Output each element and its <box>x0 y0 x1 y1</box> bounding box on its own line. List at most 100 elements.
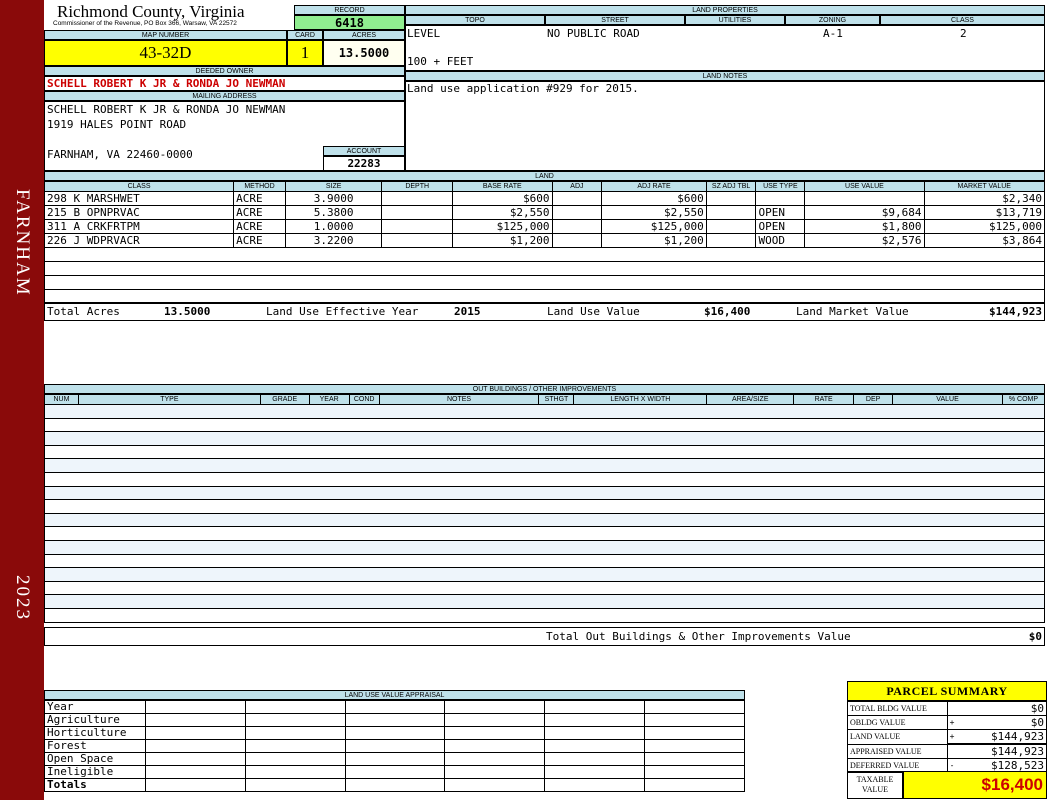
land-size: 1.0000 <box>284 219 383 234</box>
county-title: Richmond County, Virginia <box>57 2 245 21</box>
land-use-value: $16,400 <box>704 305 751 318</box>
land-col-depth: DEPTH <box>381 181 453 192</box>
table-row: Ineligible <box>44 765 745 779</box>
land-market-value: $125,000 <box>923 219 1046 234</box>
empty-cell <box>144 700 246 714</box>
ps-sign: + <box>946 715 960 730</box>
empty-cell <box>544 739 646 753</box>
ob-col-notes: NOTES <box>378 394 540 405</box>
land-col-market-value: MARKET VALUE <box>923 181 1046 192</box>
ps-sign: + <box>946 729 960 745</box>
table-row <box>44 594 1045 609</box>
table-row: Totals <box>44 778 745 792</box>
land-class: 311 A CRKFRTPM <box>43 219 235 234</box>
table-row <box>44 471 1045 487</box>
table-row <box>44 485 1045 501</box>
land-table: CLASS METHOD SIZE DEPTH BASE RATE ADJ AD… <box>43 181 1046 304</box>
deeded-owner-name: SCHELL ROBERT K JR & RONDA JO NEWMAN <box>44 76 405 91</box>
lua-row-label: Year <box>44 700 146 714</box>
acres-label: ACRES <box>323 30 405 40</box>
land-use-type: OPEN <box>755 205 806 220</box>
land-sz-adj <box>705 191 757 206</box>
land-base-rate: $600 <box>451 191 553 206</box>
taxable-value-label-box: TAXABLE VALUE <box>847 771 903 799</box>
empty-cell <box>244 752 346 766</box>
ob-col-value: VALUE <box>892 394 1003 405</box>
land-market-value: $3,864 <box>923 233 1046 248</box>
empty-cell <box>44 431 1045 446</box>
land-use-value <box>804 191 925 206</box>
land-sz-adj <box>705 233 757 248</box>
land-depth <box>381 219 453 234</box>
outbuildings-total-label: Total Out Buildings & Other Improvements… <box>546 630 851 643</box>
table-row: Year <box>44 700 745 714</box>
empty-cell <box>44 580 1045 596</box>
ps-value: $144,923 <box>959 743 1048 759</box>
table-row: LAND VALUE + $144,923 <box>847 729 1048 745</box>
empty-cell <box>44 512 1045 528</box>
land-header-row: CLASS METHOD SIZE DEPTH BASE RATE ADJ AD… <box>43 181 1046 192</box>
empty-cell <box>144 713 246 727</box>
table-row: 226 J WDPRVACR ACRE 3.2200 $1,200 $1,200… <box>43 233 1046 248</box>
card-label: CARD <box>287 30 323 40</box>
empty-cell <box>244 713 346 727</box>
empty-cell <box>644 713 745 727</box>
empty-cell <box>44 567 1045 582</box>
land-method: ACRE <box>233 219 286 234</box>
topo-header: TOPO <box>405 15 545 25</box>
empty-cell <box>344 765 446 779</box>
empty-cell <box>444 778 546 792</box>
empty-cell <box>44 247 1045 262</box>
ob-col-length-width: LENGTH X WIDTH <box>573 394 708 405</box>
empty-cell <box>244 778 346 792</box>
total-acres-value: 13.5000 <box>164 305 211 318</box>
lua-row-label: Open Space <box>44 752 146 766</box>
empty-cell <box>44 444 1045 460</box>
ps-label: OBLDG VALUE <box>847 715 948 730</box>
ob-col-sthgt: STHGT <box>538 394 575 405</box>
table-row <box>44 512 1045 528</box>
land-depth <box>381 233 453 248</box>
empty-cell <box>44 485 1045 501</box>
land-adj-rate: $125,000 <box>601 219 707 234</box>
ps-value: $0 <box>959 715 1048 730</box>
empty-cell <box>344 726 446 740</box>
land-use-value-label: Land Use Value <box>547 305 640 318</box>
empty-cell <box>44 404 1045 419</box>
record-number: 6418 <box>294 15 405 30</box>
table-row: 311 A CRKFRTPM ACRE 1.0000 $125,000 $125… <box>43 219 1046 234</box>
empty-cell <box>244 739 346 753</box>
zoning-header: ZONING <box>785 15 880 25</box>
empty-cell <box>344 778 446 792</box>
mailing-line-2: 1919 HALES POINT ROAD <box>47 118 187 131</box>
empty-cell <box>644 778 745 792</box>
land-use-type: OPEN <box>755 219 806 234</box>
table-row <box>44 247 1045 262</box>
empty-cell <box>544 778 646 792</box>
outbuildings-total-value: $0 <box>1028 630 1042 643</box>
land-col-class: CLASS <box>43 181 235 192</box>
map-number: 43-32D <box>44 40 287 66</box>
lua-row-label: Forest <box>44 739 146 753</box>
ps-sign <box>946 743 960 759</box>
land-class: 215 B OPNPRVAC <box>43 205 235 220</box>
ob-col-cond: COND <box>348 394 380 405</box>
land-sz-adj <box>705 219 757 234</box>
table-row <box>44 539 1045 555</box>
empty-cell <box>644 752 745 766</box>
land-col-adj-rate: ADJ RATE <box>601 181 707 192</box>
land-properties-label: LAND PROPERTIES <box>405 5 1045 15</box>
land-adj-rate: $600 <box>601 191 707 206</box>
empty-cell <box>544 713 646 727</box>
sidebar-year: 2023 <box>12 574 33 621</box>
land-market-value: $2,340 <box>923 191 1046 206</box>
empty-cell <box>144 726 246 740</box>
table-row <box>44 580 1045 596</box>
empty-cell <box>344 700 446 714</box>
empty-cell <box>544 726 646 740</box>
ps-sign <box>946 701 960 716</box>
ps-label: LAND VALUE <box>847 729 948 745</box>
table-row <box>44 444 1045 460</box>
topo-value: LEVEL <box>407 27 441 40</box>
empty-cell <box>44 471 1045 487</box>
